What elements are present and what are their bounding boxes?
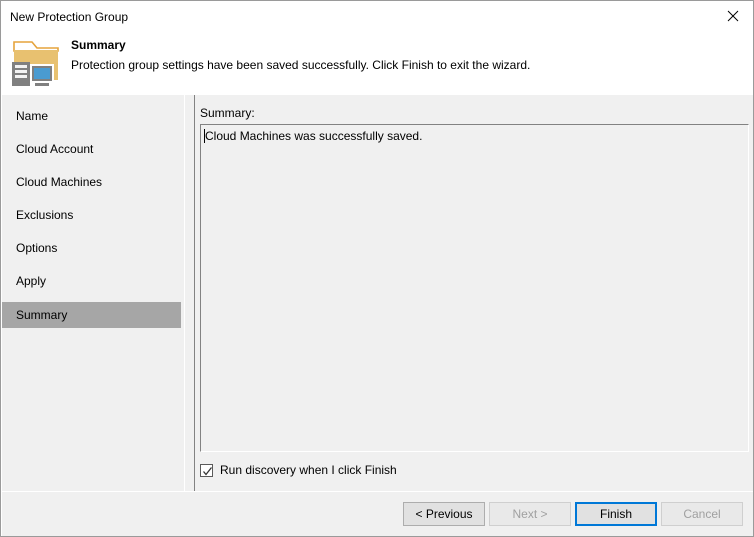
sidebar-item-summary[interactable]: Summary bbox=[2, 302, 181, 328]
protection-group-icon bbox=[10, 38, 62, 88]
run-discovery-label: Run discovery when I click Finish bbox=[220, 462, 397, 477]
sidebar-item-options[interactable]: Options bbox=[2, 235, 181, 261]
summary-panel: Summary: Cloud Machines was successfully… bbox=[195, 95, 753, 491]
sidebar-item-cloud-machines[interactable]: Cloud Machines bbox=[2, 169, 181, 195]
checkmark-icon bbox=[203, 466, 213, 476]
summary-text: Cloud Machines was successfully saved. bbox=[205, 129, 423, 143]
close-icon[interactable] bbox=[710, 1, 753, 31]
wizard-header: Summary Protection group settings have b… bbox=[1, 33, 753, 95]
wizard-steps-sidebar: Name Cloud Account Cloud Machines Exclus… bbox=[2, 95, 184, 491]
summary-textbox[interactable]: Cloud Machines was successfully saved. bbox=[200, 124, 749, 452]
run-discovery-checkbox-row[interactable]: Run discovery when I click Finish bbox=[200, 461, 397, 479]
summary-label: Summary: bbox=[200, 106, 255, 120]
window-title: New Protection Group bbox=[10, 10, 129, 24]
finish-button[interactable]: Finish bbox=[575, 502, 657, 526]
header-description: Protection group settings have been save… bbox=[71, 58, 531, 72]
wizard-body: Name Cloud Account Cloud Machines Exclus… bbox=[2, 95, 753, 491]
run-discovery-checkbox[interactable] bbox=[200, 463, 213, 477]
title-bar: New Protection Group bbox=[1, 1, 753, 33]
sidebar-item-name[interactable]: Name bbox=[2, 103, 181, 129]
header-title: Summary bbox=[71, 38, 126, 52]
next-button: Next > bbox=[489, 502, 571, 526]
cancel-button: Cancel bbox=[661, 502, 743, 526]
sidebar-item-apply[interactable]: Apply bbox=[2, 268, 181, 294]
sidebar-item-cloud-account[interactable]: Cloud Account bbox=[2, 136, 181, 162]
previous-button[interactable]: < Previous bbox=[403, 502, 485, 526]
wizard-window: New Protection Group Summary Protection … bbox=[0, 0, 754, 537]
sidebar-item-exclusions[interactable]: Exclusions bbox=[2, 202, 181, 228]
sidebar-divider bbox=[184, 95, 185, 491]
wizard-footer: < Previous Next > Finish Cancel bbox=[2, 492, 753, 536]
